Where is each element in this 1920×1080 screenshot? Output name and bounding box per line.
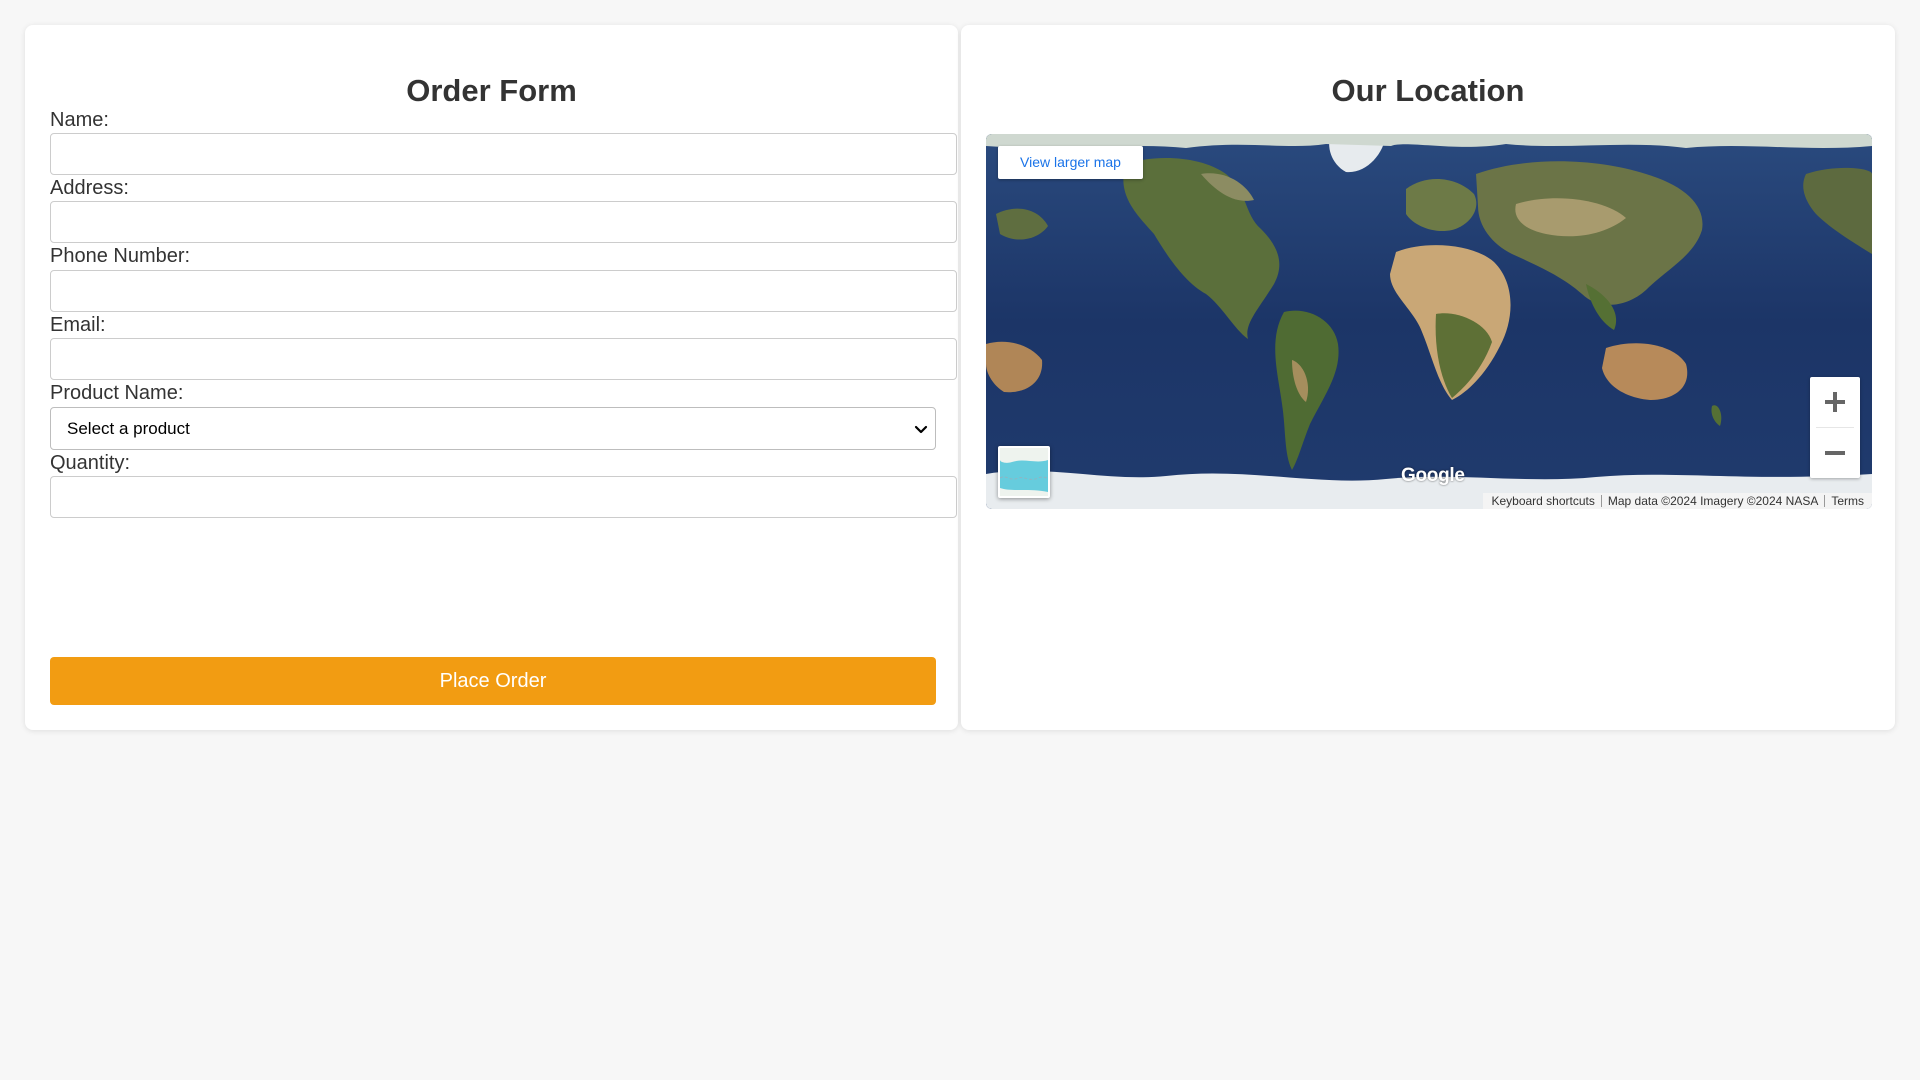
product-select-value: Select a product <box>67 419 190 438</box>
map-layer-toggle[interactable] <box>998 446 1050 498</box>
email-label: Email: <box>50 314 106 336</box>
map-data-credit: Map data ©2024 Imagery ©2024 NASA <box>1607 494 1819 508</box>
chevron-down-icon <box>914 425 928 434</box>
phone-input[interactable] <box>50 270 957 312</box>
email-input[interactable] <box>50 338 957 380</box>
product-select[interactable]: Select a product <box>50 407 936 450</box>
phone-label: Phone Number: <box>50 245 191 267</box>
zoom-in-button[interactable] <box>1810 377 1860 427</box>
plus-icon <box>1825 392 1845 412</box>
quantity-label: Quantity: <box>50 452 131 474</box>
product-label: Product Name: <box>50 382 184 404</box>
zoom-out-button[interactable] <box>1810 428 1860 478</box>
google-logo: Google <box>1401 465 1465 486</box>
location-title: Our Location <box>1331 73 1525 108</box>
map-thumbnail-icon <box>1000 448 1048 496</box>
view-larger-map-link[interactable]: View larger map <box>998 146 1143 179</box>
name-input[interactable] <box>50 133 957 175</box>
map-attribution: Keyboard shortcuts Map data ©2024 Imager… <box>1483 493 1872 509</box>
order-form-card: Order Form Name: Address: Phone Number: … <box>25 25 958 730</box>
page-layout: Order Form Name: Address: Phone Number: … <box>25 25 1895 730</box>
map-zoom-control <box>1810 377 1860 478</box>
map-embed[interactable]: View larger map Google Keyboard shortcut… <box>986 134 1872 509</box>
order-form-title: Order Form <box>406 73 577 108</box>
minus-icon <box>1825 451 1845 455</box>
name-label: Name: <box>50 109 109 131</box>
satellite-world-map[interactable] <box>986 134 1872 509</box>
address-input[interactable] <box>50 201 957 243</box>
quantity-input[interactable] <box>50 476 957 518</box>
place-order-button[interactable]: Place Order <box>50 657 936 705</box>
terms-link[interactable]: Terms <box>1825 494 1870 508</box>
keyboard-shortcuts-link[interactable]: Keyboard shortcuts <box>1485 494 1600 508</box>
location-card: Our Location View larger map Google Keyb… <box>961 25 1895 730</box>
address-label: Address: <box>50 177 129 199</box>
